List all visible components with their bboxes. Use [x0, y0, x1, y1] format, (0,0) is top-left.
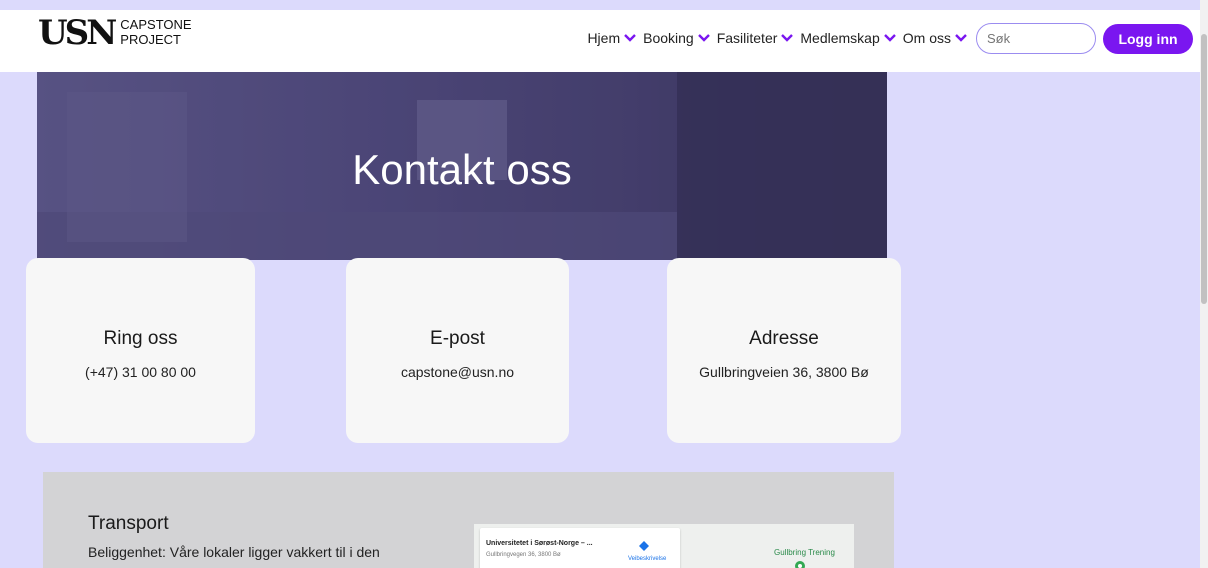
nav-label: Fasiliteter — [716, 30, 778, 46]
chevron-down-icon — [697, 34, 710, 42]
logo[interactable]: USN CAPSTONE PROJECT — [38, 16, 192, 50]
phone-number[interactable]: (+47) 31 00 80 00 — [26, 364, 255, 380]
chevron-down-icon — [624, 34, 636, 42]
nav-label: Hjem — [587, 30, 621, 46]
map-pin-icon — [795, 561, 805, 568]
logo-line-2: PROJECT — [120, 32, 181, 47]
contact-card-phone: Ring oss (+47) 31 00 80 00 — [26, 258, 255, 443]
nav-label: Booking — [643, 30, 694, 46]
nav-item-om-oss[interactable]: Om oss — [903, 30, 968, 46]
logo-text: CAPSTONE PROJECT — [120, 17, 191, 47]
email-address[interactable]: capstone@usn.no — [346, 364, 569, 380]
transport-section: Transport Beliggenhet: Våre lokaler ligg… — [43, 472, 894, 568]
site-header: USN CAPSTONE PROJECT Hjem Booking Fasili… — [0, 10, 1200, 72]
nav-label: Medlemskap — [800, 30, 880, 46]
street-address: Gullbringveien 36, 3800 Bø — [699, 364, 869, 380]
contact-card-email: E-post capstone@usn.no — [346, 258, 569, 443]
directions-icon[interactable] — [638, 540, 650, 552]
map-poi-label: Gullbring Trening — [774, 548, 835, 557]
page-title: Kontakt oss — [352, 146, 572, 193]
contact-card-address: Adresse Gullbringveien 36, 3800 Bø — [667, 258, 901, 443]
chevron-down-icon — [883, 34, 896, 42]
chevron-down-icon — [955, 34, 967, 42]
scrollbar-thumb[interactable] — [1201, 34, 1207, 304]
hero-banner: Kontakt oss — [37, 72, 887, 260]
map-info-card: Universitetet i Sørøst-Norge – ... Gullb… — [480, 528, 680, 568]
transport-text: Beliggenhet: Våre lokaler ligger vakkert… — [88, 544, 380, 560]
login-button[interactable]: Logg inn — [1103, 24, 1193, 54]
nav-item-hjem[interactable]: Hjem — [587, 30, 637, 46]
logo-mark: USN — [38, 13, 117, 53]
card-title: Adresse — [749, 328, 819, 349]
nav-item-booking[interactable]: Booking — [643, 30, 711, 46]
map-place-name[interactable]: Universitetet i Sørøst-Norge – ... — [486, 540, 593, 547]
map-address: Gullbringvegen 36, 3800 Bø — [486, 552, 561, 558]
search-input[interactable] — [976, 23, 1096, 54]
chevron-down-icon — [781, 34, 794, 42]
nav-label: Om oss — [902, 30, 951, 46]
nav-item-medlemskap[interactable]: Medlemskap — [800, 30, 896, 46]
logo-line-1: CAPSTONE — [120, 17, 192, 32]
page-scrollbar[interactable] — [1200, 0, 1208, 568]
card-title: E-post — [430, 328, 485, 349]
section-title: Transport — [88, 513, 169, 534]
card-title: Ring oss — [103, 328, 178, 349]
map-embed[interactable]: Universitetet i Sørøst-Norge – ... Gullb… — [474, 524, 854, 568]
nav-item-fasiliteter[interactable]: Fasiliteter — [717, 30, 795, 46]
main-nav: Hjem Booking Fasiliteter Medlemskap Om o… — [587, 30, 968, 46]
directions-link[interactable]: Veibeskrivelse — [628, 556, 666, 562]
